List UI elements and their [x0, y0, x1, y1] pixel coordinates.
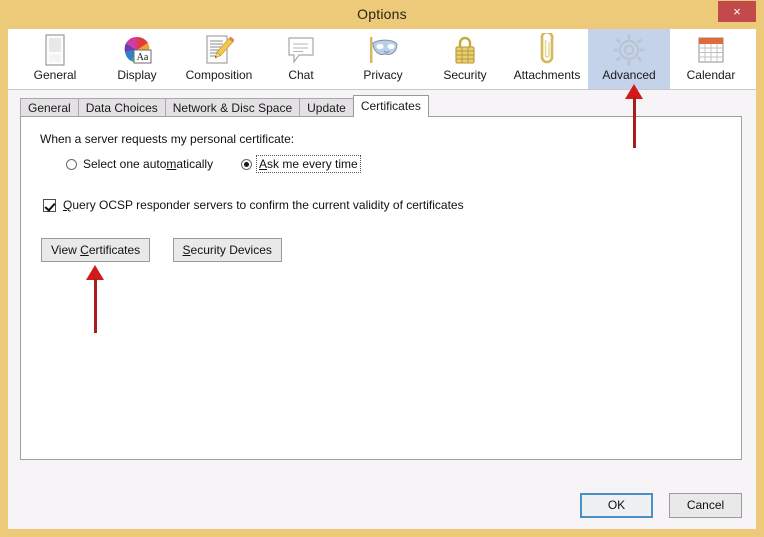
toolbar-item-label: Composition — [185, 68, 253, 82]
toolbar-item-privacy[interactable]: Privacy — [342, 29, 424, 89]
toolbar-item-security[interactable]: Security — [424, 29, 506, 89]
toolbar-item-composition[interactable]: Composition — [178, 29, 260, 89]
toolbar-item-label: Security — [443, 68, 487, 82]
tab-update[interactable]: Update — [299, 98, 354, 117]
radio-indicator[interactable] — [241, 158, 252, 170]
tab-network-disc-space[interactable]: Network & Disc Space — [164, 98, 301, 117]
toolbar-item-label: General — [33, 68, 77, 82]
radio-label: Ask me every time — [256, 155, 361, 173]
attachments-paperclip-icon — [506, 32, 588, 68]
chat-bubble-icon — [260, 32, 342, 68]
title-bar: Options × — [0, 0, 764, 29]
radio-select-one-automatically[interactable]: Select one automatically — [66, 155, 213, 173]
svg-text:Aa: Aa — [137, 52, 149, 63]
tab-data-choices[interactable]: Data Choices — [77, 98, 166, 117]
personal-certificate-prompt-label: When a server requests my personal certi… — [40, 132, 295, 146]
toolbar-item-label: Display — [117, 68, 157, 82]
options-content-panel: General Data Choices Network & Disc Spac… — [8, 90, 756, 484]
tab-general[interactable]: General — [20, 98, 79, 117]
checkbox-query-ocsp-responder[interactable]: Query OCSP responder servers to confirm … — [43, 196, 464, 214]
toolbar-item-label: Calendar — [686, 68, 736, 82]
window-title: Options — [357, 6, 407, 22]
options-toolbar: General Aa Display Composition Chat Priv… — [8, 29, 756, 90]
options-window: Options × General Aa Display Composition… — [0, 0, 764, 537]
toolbar-item-label: Attachments — [513, 68, 581, 82]
ok-button[interactable]: OK — [580, 493, 653, 518]
certificates-tab-panel: When a server requests my personal certi… — [20, 116, 742, 460]
security-devices-button[interactable]: Security Devices — [172, 238, 282, 262]
toolbar-item-label: Advanced — [602, 68, 656, 82]
toolbar-item-advanced[interactable]: Advanced — [588, 29, 670, 89]
view-certificates-button[interactable]: View Certificates — [41, 238, 151, 262]
general-panel-icon — [14, 32, 96, 68]
toolbar-item-general[interactable]: General — [14, 29, 96, 89]
radio-label: Select one automatically — [83, 157, 214, 171]
calendar-icon — [670, 32, 752, 68]
tab-certificates[interactable]: Certificates — [352, 95, 429, 117]
toolbar-item-label: Privacy — [363, 68, 403, 82]
close-icon[interactable]: × — [718, 1, 756, 22]
cancel-button[interactable]: Cancel — [669, 493, 742, 518]
toolbar-item-calendar[interactable]: Calendar — [670, 29, 752, 89]
advanced-gear-icon — [588, 32, 670, 68]
arrow-pointing-view-certificates-button — [83, 265, 107, 333]
radio-indicator[interactable] — [66, 158, 77, 170]
toolbar-item-display[interactable]: Aa Display — [96, 29, 178, 89]
checkbox-indicator[interactable] — [43, 198, 56, 212]
toolbar-item-chat[interactable]: Chat — [260, 29, 342, 89]
dialog-footer: OK Cancel — [8, 484, 756, 529]
privacy-mask-icon — [342, 32, 424, 68]
security-padlock-icon — [424, 32, 506, 68]
toolbar-item-label: Chat — [288, 68, 314, 82]
toolbar-item-attachments[interactable]: Attachments — [506, 29, 588, 89]
certificate-action-buttons: View Certificates Security Devices — [41, 238, 282, 262]
composition-pencil-icon — [178, 32, 260, 68]
settings-tabstrip: General Data Choices Network & Disc Spac… — [20, 95, 429, 117]
radio-ask-me-every-time[interactable]: Ask me every time — [241, 155, 361, 173]
checkbox-label: Query OCSP responder servers to confirm … — [63, 198, 464, 212]
display-colorwheel-icon: Aa — [96, 32, 178, 68]
